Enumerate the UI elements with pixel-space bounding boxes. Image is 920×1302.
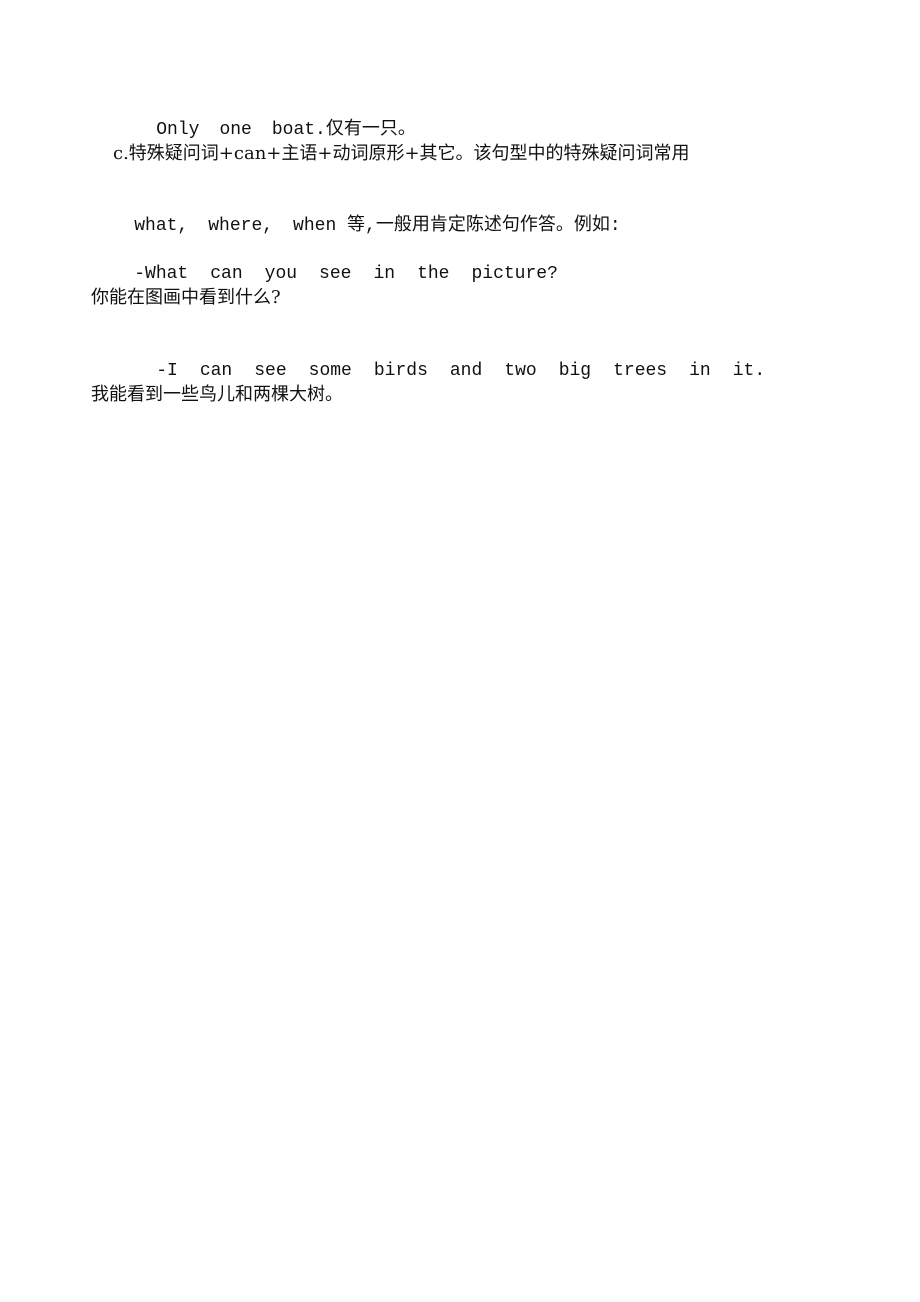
word: can xyxy=(199,361,233,381)
word: and xyxy=(449,361,483,381)
word: when 等,一般用肯定陈述句作答。例如: xyxy=(293,216,621,236)
word: big xyxy=(558,361,592,381)
word: what, xyxy=(134,216,189,236)
word: can xyxy=(210,264,243,284)
word: one xyxy=(219,120,252,140)
answer-translation-line: 我能看到一些鸟儿和两棵大树。 xyxy=(91,384,343,405)
word: boat.仅有一只。 xyxy=(271,120,416,140)
word: -I xyxy=(156,361,178,381)
question-translation-line: 你能在图画中看到什么? xyxy=(91,287,281,308)
word: in xyxy=(689,361,711,381)
grammar-rule-line: c.特殊疑问词+can+主语+动词原形+其它。该句型中的特殊疑问词常用 xyxy=(113,143,690,164)
word: Only xyxy=(156,120,200,140)
word: it. xyxy=(732,361,766,381)
word: picture? xyxy=(471,264,558,284)
word: birds xyxy=(373,361,428,381)
word: -What xyxy=(134,264,189,284)
word: the xyxy=(417,264,450,284)
word: where, xyxy=(208,216,274,236)
word: trees xyxy=(613,361,668,381)
word: some xyxy=(308,361,352,381)
word: in xyxy=(373,264,396,284)
word: two xyxy=(504,361,537,381)
word: see xyxy=(254,361,287,381)
word: you xyxy=(264,264,298,284)
word: see xyxy=(319,264,352,284)
